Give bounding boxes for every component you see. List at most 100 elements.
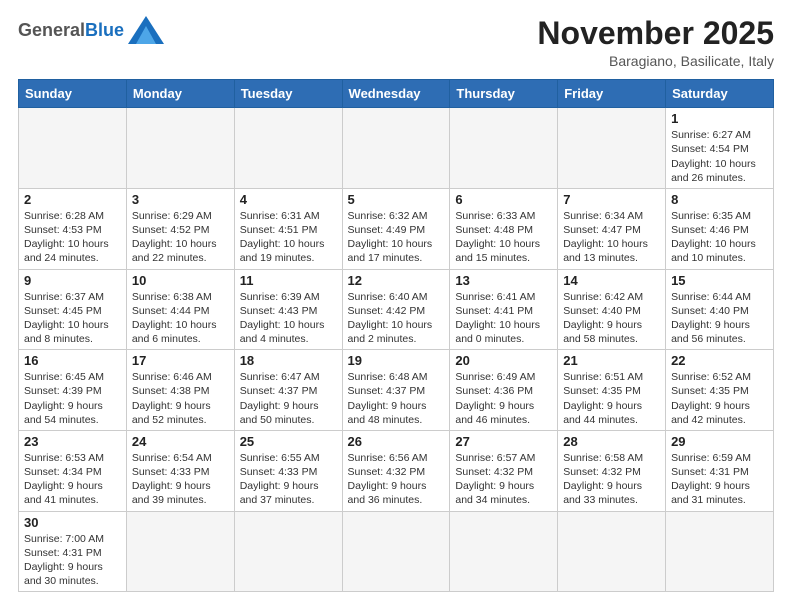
day-number: 1 <box>671 111 768 126</box>
day-cell <box>666 511 774 592</box>
day-cell: 17 Sunrise: 6:46 AM Sunset: 4:38 PM Dayli… <box>126 350 234 431</box>
calendar-table: SundayMondayTuesdayWednesdayThursdayFrid… <box>18 79 774 592</box>
day-number: 28 <box>563 434 660 449</box>
week-row-1: 1 Sunrise: 6:27 AM Sunset: 4:54 PM Daylig… <box>19 108 774 189</box>
day-cell: 6Sunrise: 6:33 AM Sunset: 4:48 PM Daylig… <box>450 188 558 269</box>
day-info: Sunrise: 6:55 AM Sunset: 4:33 PM Dayligh… <box>240 451 337 508</box>
header-day-saturday: Saturday <box>666 80 774 108</box>
day-info: Sunrise: 6:49 AM Sunset: 4:36 PM Dayligh… <box>455 370 552 427</box>
month-title: November 2025 <box>537 16 774 51</box>
day-number: 13 <box>455 273 552 288</box>
day-cell: 22Sunrise: 6:52 AM Sunset: 4:35 PM Dayli… <box>666 350 774 431</box>
day-cell: 14 Sunrise: 6:42 AM Sunset: 4:40 PM Dayli… <box>558 269 666 350</box>
day-info: Sunrise: 6:48 AM Sunset: 4:37 PM Dayligh… <box>348 370 445 427</box>
day-number: 5 <box>348 192 445 207</box>
day-cell: 10Sunrise: 6:38 AM Sunset: 4:44 PM Dayli… <box>126 269 234 350</box>
day-number: 25 <box>240 434 337 449</box>
day-cell: 20Sunrise: 6:49 AM Sunset: 4:36 PM Dayli… <box>450 350 558 431</box>
day-info: Sunrise: 6:32 AM Sunset: 4:49 PM Dayligh… <box>348 209 445 266</box>
day-number: 9 <box>24 273 121 288</box>
day-info: Sunrise: 6:54 AM Sunset: 4:33 PM Dayligh… <box>132 451 229 508</box>
day-cell <box>342 108 450 189</box>
page: GeneralBlue November 2025 Baragiano, Bas… <box>0 0 792 608</box>
day-number: 19 <box>348 353 445 368</box>
day-number: 8 <box>671 192 768 207</box>
day-cell: 23 Sunrise: 6:53 AM Sunset: 4:34 PM Dayli… <box>19 430 127 511</box>
day-cell: 27Sunrise: 6:57 AM Sunset: 4:32 PM Dayli… <box>450 430 558 511</box>
day-number: 4 <box>240 192 337 207</box>
day-info: Sunrise: 7:00 AM Sunset: 4:31 PM Dayligh… <box>24 532 121 589</box>
day-number: 16 <box>24 353 121 368</box>
day-cell: 21 Sunrise: 6:51 AM Sunset: 4:35 PM Dayli… <box>558 350 666 431</box>
day-info: Sunrise: 6:28 AM Sunset: 4:53 PM Dayligh… <box>24 209 121 266</box>
day-info: Sunrise: 6:45 AM Sunset: 4:39 PM Dayligh… <box>24 370 121 427</box>
day-cell <box>126 108 234 189</box>
week-row-6: 30 Sunrise: 7:00 AM Sunset: 4:31 PM Dayli… <box>19 511 774 592</box>
header-day-thursday: Thursday <box>450 80 558 108</box>
day-number: 26 <box>348 434 445 449</box>
header-day-tuesday: Tuesday <box>234 80 342 108</box>
day-cell: 26 Sunrise: 6:56 AM Sunset: 4:32 PM Dayli… <box>342 430 450 511</box>
day-info: Sunrise: 6:33 AM Sunset: 4:48 PM Dayligh… <box>455 209 552 266</box>
day-cell: 28Sunrise: 6:58 AM Sunset: 4:32 PM Dayli… <box>558 430 666 511</box>
day-number: 2 <box>24 192 121 207</box>
header-day-friday: Friday <box>558 80 666 108</box>
header-day-wednesday: Wednesday <box>342 80 450 108</box>
day-info: Sunrise: 6:29 AM Sunset: 4:52 PM Dayligh… <box>132 209 229 266</box>
day-info: Sunrise: 6:35 AM Sunset: 4:46 PM Dayligh… <box>671 209 768 266</box>
day-number: 18 <box>240 353 337 368</box>
logo: GeneralBlue <box>18 16 164 44</box>
day-number: 23 <box>24 434 121 449</box>
day-info: Sunrise: 6:42 AM Sunset: 4:40 PM Dayligh… <box>563 290 660 347</box>
day-info: Sunrise: 6:34 AM Sunset: 4:47 PM Dayligh… <box>563 209 660 266</box>
logo-general: General <box>18 20 85 40</box>
day-info: Sunrise: 6:27 AM Sunset: 4:54 PM Dayligh… <box>671 128 768 185</box>
day-cell <box>450 108 558 189</box>
day-cell: 29 Sunrise: 6:59 AM Sunset: 4:31 PM Dayli… <box>666 430 774 511</box>
day-number: 10 <box>132 273 229 288</box>
day-info: Sunrise: 6:53 AM Sunset: 4:34 PM Dayligh… <box>24 451 121 508</box>
week-row-4: 16 Sunrise: 6:45 AM Sunset: 4:39 PM Dayli… <box>19 350 774 431</box>
day-cell: 18 Sunrise: 6:47 AM Sunset: 4:37 PM Dayli… <box>234 350 342 431</box>
day-info: Sunrise: 6:39 AM Sunset: 4:43 PM Dayligh… <box>240 290 337 347</box>
day-info: Sunrise: 6:47 AM Sunset: 4:37 PM Dayligh… <box>240 370 337 427</box>
day-cell: 13 Sunrise: 6:41 AM Sunset: 4:41 PM Dayli… <box>450 269 558 350</box>
day-number: 14 <box>563 273 660 288</box>
day-info: Sunrise: 6:40 AM Sunset: 4:42 PM Dayligh… <box>348 290 445 347</box>
day-info: Sunrise: 6:59 AM Sunset: 4:31 PM Dayligh… <box>671 451 768 508</box>
day-number: 22 <box>671 353 768 368</box>
header-area: GeneralBlue November 2025 Baragiano, Bas… <box>18 16 774 69</box>
day-cell: 5 Sunrise: 6:32 AM Sunset: 4:49 PM Daylig… <box>342 188 450 269</box>
day-cell <box>126 511 234 592</box>
week-row-2: 2 Sunrise: 6:28 AM Sunset: 4:53 PM Daylig… <box>19 188 774 269</box>
day-cell: 19 Sunrise: 6:48 AM Sunset: 4:37 PM Dayli… <box>342 350 450 431</box>
day-cell: 11 Sunrise: 6:39 AM Sunset: 4:43 PM Dayli… <box>234 269 342 350</box>
location-title: Baragiano, Basilicate, Italy <box>537 53 774 69</box>
header-day-sunday: Sunday <box>19 80 127 108</box>
day-info: Sunrise: 6:46 AM Sunset: 4:38 PM Dayligh… <box>132 370 229 427</box>
day-number: 21 <box>563 353 660 368</box>
day-cell: 7Sunrise: 6:34 AM Sunset: 4:47 PM Daylig… <box>558 188 666 269</box>
day-cell: 12Sunrise: 6:40 AM Sunset: 4:42 PM Dayli… <box>342 269 450 350</box>
day-cell: 30 Sunrise: 7:00 AM Sunset: 4:31 PM Dayli… <box>19 511 127 592</box>
day-cell: 9Sunrise: 6:37 AM Sunset: 4:45 PM Daylig… <box>19 269 127 350</box>
title-area: November 2025 Baragiano, Basilicate, Ita… <box>537 16 774 69</box>
day-info: Sunrise: 6:41 AM Sunset: 4:41 PM Dayligh… <box>455 290 552 347</box>
day-info: Sunrise: 6:51 AM Sunset: 4:35 PM Dayligh… <box>563 370 660 427</box>
day-number: 29 <box>671 434 768 449</box>
day-number: 3 <box>132 192 229 207</box>
day-info: Sunrise: 6:44 AM Sunset: 4:40 PM Dayligh… <box>671 290 768 347</box>
day-cell: 3 Sunrise: 6:29 AM Sunset: 4:52 PM Daylig… <box>126 188 234 269</box>
day-number: 27 <box>455 434 552 449</box>
logo-blue: Blue <box>85 20 124 40</box>
day-cell: 4Sunrise: 6:31 AM Sunset: 4:51 PM Daylig… <box>234 188 342 269</box>
day-number: 17 <box>132 353 229 368</box>
day-cell: 8 Sunrise: 6:35 AM Sunset: 4:46 PM Daylig… <box>666 188 774 269</box>
day-info: Sunrise: 6:56 AM Sunset: 4:32 PM Dayligh… <box>348 451 445 508</box>
day-number: 11 <box>240 273 337 288</box>
header-row: SundayMondayTuesdayWednesdayThursdayFrid… <box>19 80 774 108</box>
day-number: 30 <box>24 515 121 530</box>
day-cell: 24Sunrise: 6:54 AM Sunset: 4:33 PM Dayli… <box>126 430 234 511</box>
day-cell <box>342 511 450 592</box>
day-cell <box>558 511 666 592</box>
